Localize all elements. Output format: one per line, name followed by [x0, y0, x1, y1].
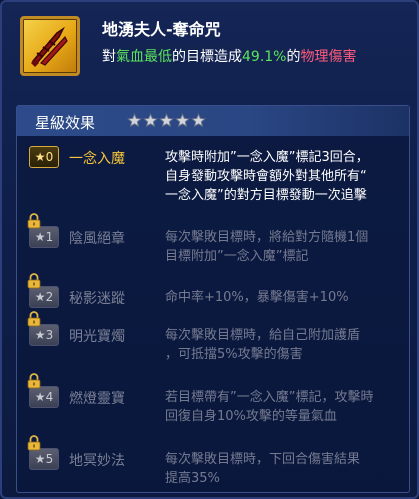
lock-icon	[27, 213, 41, 229]
star-effect-name: 一念入魔	[69, 151, 125, 167]
star-level-badge: ★1	[29, 226, 59, 248]
star-effects-title: 星級效果	[35, 114, 96, 132]
lock-icon	[27, 435, 41, 451]
star-effect-name: 燃燈靈寶	[69, 391, 125, 407]
skill-tooltip-panel: 地湧夫人-奪命咒 對氣血最低的目標造成49.1%的物理傷害 星級效果 ★0 一念入…	[0, 0, 419, 499]
description-line: ，可抵擋5%攻擊的傷害	[165, 347, 303, 362]
star-icon: ★	[34, 328, 46, 342]
desc-of: 的	[286, 49, 301, 65]
star-rating	[127, 113, 207, 132]
star-effects-header: 星級效果	[17, 106, 409, 136]
star-level-badge: ★3	[29, 324, 59, 346]
crossed-blades-icon	[20, 16, 80, 76]
star-icon: ★	[34, 290, 46, 304]
star-effects-section: 星級效果 ★0 一念入魔 攻擊時附加”一念入魔”標記3回合， 自身發動攻擊時會額外對其…	[16, 105, 410, 493]
star-icon: ★	[34, 230, 46, 244]
star-effect-name: 明光寶燭	[69, 329, 125, 345]
description-line: 一念入魔”的對方目標發動一次追擊	[165, 188, 367, 203]
star-effect-description: 若目標帶有”一念入魔”標記，攻擊時 回復自身10%攻擊的等量氣血	[165, 388, 405, 426]
desc-middle: 的目標造成	[172, 49, 242, 65]
star-level-number: 5	[45, 452, 54, 466]
lock-icon	[27, 311, 41, 327]
star-effect-description: 攻擊時附加”一念入魔”標記3回合， 自身發動攻擊時會額外對其他所有“ 一念入魔”的對…	[165, 148, 405, 205]
star-icon	[175, 113, 190, 128]
description-line: 每次擊敗目標時，下回合傷害結果	[165, 452, 361, 467]
description-line: 命中率+10%，暴擊傷害+10%	[165, 290, 349, 305]
star-effect-name: 秘影迷蹤	[69, 291, 125, 307]
star-icon	[159, 113, 174, 128]
star-icon	[191, 113, 206, 128]
desc-prefix: 對	[102, 49, 116, 65]
star-level-number: 1	[45, 230, 54, 244]
star-level-number: 4	[45, 390, 54, 404]
star-icon	[127, 113, 142, 128]
description-line: 目標附加”一念入魔”標記	[165, 249, 309, 264]
skill-description: 對氣血最低的目標造成49.1%的物理傷害	[102, 46, 356, 66]
description-line: 自身發動攻擊時會額外對其他所有“	[165, 169, 367, 184]
star-level-badge: ★2	[29, 286, 59, 308]
star-level-number: 3	[45, 328, 54, 342]
star-level-number: 0	[45, 150, 54, 164]
description-line: 攻擊時附加”一念入魔”標記3回合，	[165, 150, 369, 165]
star-effect-name: 地冥妙法	[69, 453, 125, 469]
description-line: 若目標帶有”一念入魔”標記，攻擊時	[165, 390, 374, 405]
star-level-number: 2	[45, 290, 54, 304]
desc-percent: 49.1%	[242, 49, 287, 65]
star-icon: ★	[34, 452, 46, 466]
description-line: 提高35%	[165, 471, 220, 486]
star-effect-name: 陰風絕章	[69, 231, 125, 247]
star-effect-description: 每次擊敗目標時，給自己附加護盾 ，可抵擋5%攻擊的傷害	[165, 326, 405, 364]
description-line: 每次擊敗目標時，將給對方隨機1個	[165, 230, 369, 245]
star-icon	[143, 113, 158, 128]
lock-icon	[27, 273, 41, 289]
star-effect-description: 每次擊敗目標時，下回合傷害結果 提高35%	[165, 450, 405, 488]
desc-target: 氣血最低	[116, 49, 172, 65]
star-icon: ★	[34, 150, 46, 164]
star-icon: ★	[34, 390, 46, 404]
lock-icon	[27, 373, 41, 389]
skill-title: 地湧夫人-奪命咒	[102, 20, 221, 39]
star-level-badge: ★0	[29, 146, 59, 168]
star-effect-description: 命中率+10%，暴擊傷害+10%	[165, 288, 405, 307]
description-line: 每次擊敗目標時，給自己附加護盾	[165, 328, 361, 343]
star-effect-description: 每次擊敗目標時，將給對方隨機1個 目標附加”一念入魔”標記	[165, 228, 405, 266]
skill-header: 地湧夫人-奪命咒 對氣血最低的目標造成49.1%的物理傷害	[2, 2, 419, 102]
desc-damage-type: 物理傷害	[300, 49, 357, 65]
description-line: 回復自身10%攻擊的等量氣血	[165, 409, 337, 424]
star-level-badge: ★4	[29, 386, 59, 408]
star-level-badge: ★5	[29, 448, 59, 470]
